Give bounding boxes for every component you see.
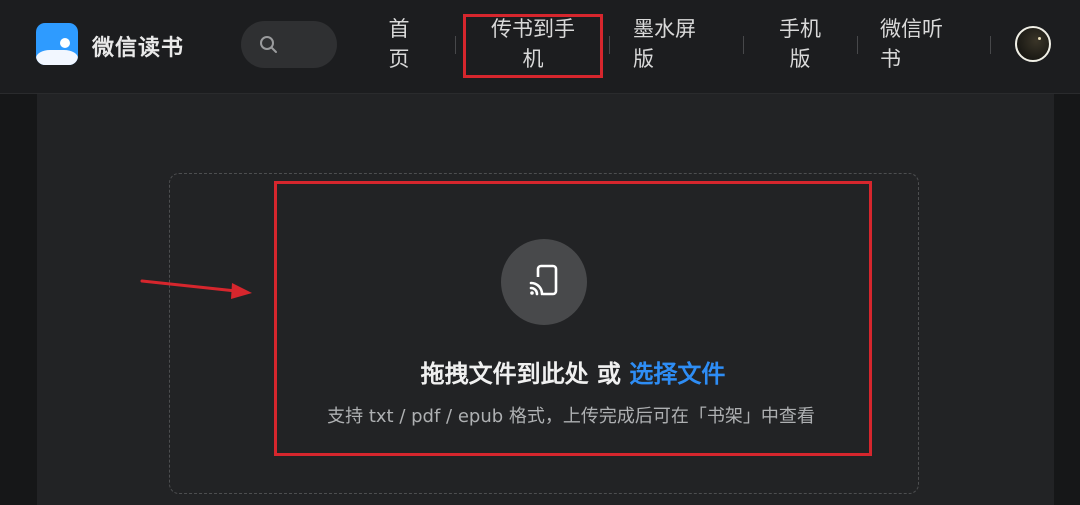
- nav-wechat-listen[interactable]: 微信听 书: [880, 14, 948, 74]
- nav-separator: [857, 36, 858, 54]
- user-avatar[interactable]: [1015, 26, 1051, 62]
- nav-home[interactable]: 首 页: [386, 14, 412, 74]
- supported-formats-hint: 支持 txt / pdf / epub 格式，上传完成后可在「书架」中查看: [327, 406, 815, 427]
- book-logo-icon[interactable]: [36, 23, 78, 65]
- upload-icon-circle: [501, 239, 587, 325]
- nav-separator: [743, 36, 744, 54]
- cast-to-phone-icon: [529, 264, 558, 297]
- nav-separator: [455, 36, 456, 54]
- brand-name[interactable]: 微信读书: [92, 30, 184, 62]
- top-navigation-bar: 微信读书 首 页 传书到手 机 墨水屏 版 手机 版 微信听 书: [0, 0, 1080, 94]
- select-file-link[interactable]: 选择文件: [629, 360, 725, 388]
- search-icon: [260, 36, 277, 53]
- file-drop-zone[interactable]: [169, 173, 919, 494]
- annotation-arrow-icon: [140, 279, 252, 299]
- nav-transfer-to-phone[interactable]: 传书到手 机: [482, 14, 584, 74]
- nav-separator: [609, 36, 610, 54]
- drop-instruction-text: 拖拽文件到此处 或: [420, 360, 630, 388]
- nav-mobile-version[interactable]: 手机 版: [776, 14, 824, 74]
- search-button[interactable]: [241, 21, 337, 68]
- nav-eink-version[interactable]: 墨水屏 版: [633, 14, 701, 74]
- nav-separator: [990, 36, 991, 54]
- drop-zone-title: 拖拽文件到此处 或 选择文件: [276, 354, 870, 389]
